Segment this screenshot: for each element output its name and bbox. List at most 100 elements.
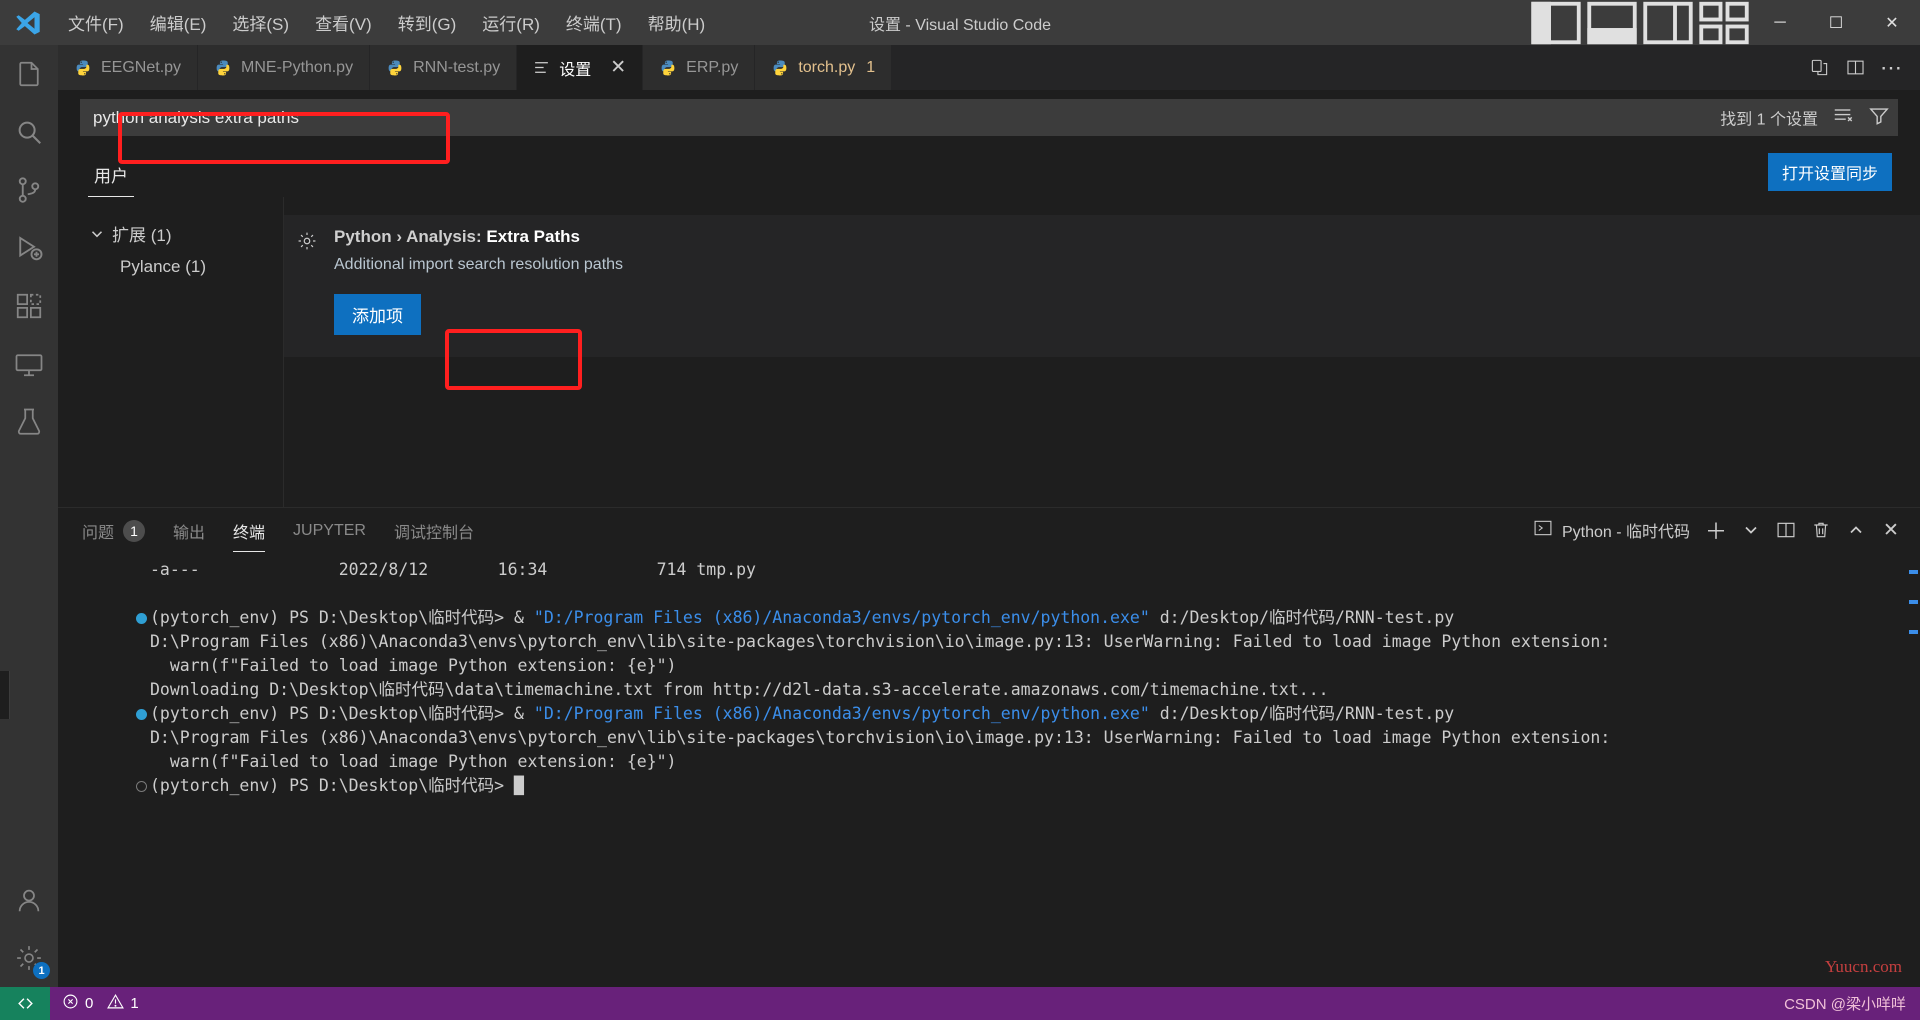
tab-user-settings[interactable]: 用户 — [88, 162, 134, 197]
chevron-up-icon[interactable] — [1843, 517, 1869, 543]
minimize-button[interactable]: ─ — [1752, 0, 1808, 45]
status-bar: 0 1 CSDN @梁小咩咩 — [0, 987, 1920, 1020]
sidebar-item-accounts[interactable] — [0, 871, 58, 929]
settings-list: Python › Analysis: Extra Paths Additiona… — [284, 197, 1920, 507]
add-item-button[interactable]: 添加项 — [334, 294, 421, 335]
status-diagnostics[interactable]: 0 1 — [50, 993, 151, 1014]
panel-header: 问题 1 输出 终端 JUPYTER 调试控制台 Python - 临时代码 ＋… — [58, 508, 1920, 552]
active-terminal-selector[interactable]: Python - 临时代码 — [1533, 518, 1690, 543]
watermark: Yuucn.com — [1825, 957, 1902, 976]
sidebar-item-remote-explorer[interactable] — [0, 335, 58, 393]
tab-mne-python[interactable]: MNE-Python.py — [198, 45, 371, 90]
terminal-text: D:\Program Files (x86)\Anaconda3\envs\py… — [150, 632, 1611, 651]
tab-torch[interactable]: torch.py 1 — [755, 45, 893, 90]
toggle-primary-sidebar-icon[interactable] — [1528, 0, 1584, 45]
more-actions-icon[interactable]: ⋯ — [1876, 53, 1906, 83]
sash-handle[interactable] — [0, 671, 10, 719]
python-icon — [214, 59, 232, 77]
split-editor-icon[interactable] — [1840, 53, 1870, 83]
split-terminal-icon[interactable] — [1773, 517, 1799, 543]
menu-file[interactable]: 文件(F) — [56, 5, 136, 40]
terminal-line: D:\Program Files (x86)\Anaconda3\envs\py… — [58, 726, 1920, 750]
menu-go[interactable]: 转到(G) — [386, 5, 469, 40]
terminal-line: (pytorch_env) PS D:\Desktop\临时代码> & "D:/… — [58, 702, 1920, 726]
tab-label: torch.py — [798, 58, 856, 76]
tab-rnn-test[interactable]: RNN-test.py — [370, 45, 518, 90]
terminal-text: d:/Desktop/临时代码/RNN-test.py — [1149, 608, 1455, 627]
filter-icon[interactable] — [1868, 104, 1890, 131]
terminal-line: Downloading D:\Desktop\临时代码\data\timemac… — [58, 678, 1920, 702]
toc-item-pylance[interactable]: Pylance (1) — [74, 250, 283, 281]
settings-search-input[interactable]: python analysis extra paths — [80, 99, 1898, 136]
terminal-chevron-icon — [1533, 518, 1553, 543]
sidebar-item-run-debug[interactable] — [0, 219, 58, 277]
terminal-text: (pytorch_env) PS D:\Desktop\临时代码> & — [150, 608, 534, 627]
sidebar-item-extensions[interactable] — [0, 277, 58, 335]
settings-content: 扩展 (1) Pylance (1) Python › Analysis: Ex… — [58, 197, 1920, 507]
tab-erp[interactable]: ERP.py — [643, 45, 756, 90]
python-icon — [771, 59, 789, 77]
menu-run[interactable]: 运行(R) — [470, 5, 552, 40]
open-changes-icon[interactable] — [1804, 53, 1834, 83]
sidebar-item-source-control[interactable] — [0, 161, 58, 219]
panel-tab-output[interactable]: 输出 — [173, 509, 205, 552]
chevron-down-icon[interactable] — [1738, 517, 1764, 543]
close-icon[interactable]: ✕ — [610, 58, 626, 77]
menu-selection[interactable]: 选择(S) — [220, 5, 301, 40]
activity-bar: 1 — [0, 45, 58, 987]
maximize-button[interactable]: ☐ — [1808, 0, 1864, 45]
terminal-text: warn(f"Failed to load image Python exten… — [150, 752, 677, 771]
tab-label: ERP.py — [686, 58, 739, 76]
tab-eegnet[interactable]: EEGNet.py — [58, 45, 199, 90]
menu-terminal[interactable]: 终端(T) — [554, 5, 634, 40]
panel-tab-problems[interactable]: 问题 1 — [82, 509, 146, 552]
clear-filter-icon[interactable] — [1832, 104, 1854, 131]
scroll-marker — [1909, 630, 1918, 634]
panel-tab-label: JUPYTER — [293, 521, 366, 539]
tab-label: RNN-test.py — [413, 58, 501, 76]
toggle-panel-icon[interactable] — [1584, 0, 1640, 45]
setting-title: Python › Analysis: Extra Paths — [334, 227, 1902, 247]
terminal-name-label: Python - 临时代码 — [1561, 524, 1690, 541]
setting-row-extra-paths: Python › Analysis: Extra Paths Additiona… — [284, 215, 1920, 357]
panel-tab-terminal[interactable]: 终端 — [233, 509, 266, 552]
terminal-text: d:/Desktop/临时代码/RNN-test.py — [1149, 704, 1455, 723]
settings-tab-icon — [533, 59, 550, 76]
error-count: 0 — [85, 995, 94, 1012]
sidebar-item-explorer[interactable] — [0, 45, 58, 103]
toc-group-extensions[interactable]: 扩展 (1) — [74, 217, 283, 250]
terminal-output[interactable]: -a--- 2022/8/12 16:34 714 tmp.py (pytorc… — [58, 552, 1920, 987]
gear-icon[interactable] — [296, 227, 318, 335]
new-terminal-button[interactable]: ＋ — [1703, 517, 1729, 544]
chevron-down-icon — [88, 225, 106, 243]
sidebar-item-testing[interactable] — [0, 393, 58, 451]
panel-actions: Python - 临时代码 ＋ ✕ — [1533, 517, 1904, 544]
sidebar-item-search[interactable] — [0, 103, 58, 161]
remote-window-icon[interactable] — [0, 987, 50, 1020]
panel-tab-debug-console[interactable]: 调试控制台 — [394, 509, 474, 552]
terminal-text: warn(f"Failed to load image Python exten… — [150, 656, 677, 675]
terminal-text: "D:/Program Files (x86)/Anaconda3/envs/p… — [533, 704, 1150, 723]
close-panel-icon[interactable]: ✕ — [1878, 517, 1904, 543]
settings-search-row: python analysis extra paths 找到 1 个设置 — [58, 90, 1920, 145]
tab-settings[interactable]: 设置 ✕ — [517, 45, 644, 90]
editor-area: EEGNet.py MNE-Python.py RNN-test.py 设置 ✕ — [58, 45, 1920, 987]
panel-tab-jupyter[interactable]: JUPYTER — [293, 512, 366, 549]
close-button[interactable]: ✕ — [1864, 0, 1920, 45]
settings-scope-row: 用户 打开设置同步 — [58, 145, 1920, 197]
menu-view[interactable]: 查看(V) — [303, 5, 384, 40]
bottom-panel: 问题 1 输出 终端 JUPYTER 调试控制台 Python - 临时代码 ＋… — [58, 507, 1920, 987]
customize-layout-icon[interactable] — [1696, 0, 1752, 45]
tab-label: EEGNet.py — [101, 58, 182, 76]
sidebar-item-manage[interactable]: 1 — [0, 929, 58, 987]
menu-help[interactable]: 帮助(H) — [636, 5, 718, 40]
problems-badge: 1 — [123, 519, 146, 542]
title-bar: 文件(F) 编辑(E) 选择(S) 查看(V) 转到(G) 运行(R) 终端(T… — [0, 0, 1920, 45]
toggle-secondary-sidebar-icon[interactable] — [1640, 0, 1696, 45]
trash-icon[interactable] — [1808, 517, 1834, 543]
open-settings-sync-button[interactable]: 打开设置同步 — [1767, 153, 1892, 191]
panel-tab-label: 输出 — [173, 524, 206, 542]
menu-edit[interactable]: 编辑(E) — [138, 5, 219, 40]
panel-tabs: 问题 1 输出 终端 JUPYTER 调试控制台 — [82, 509, 474, 552]
